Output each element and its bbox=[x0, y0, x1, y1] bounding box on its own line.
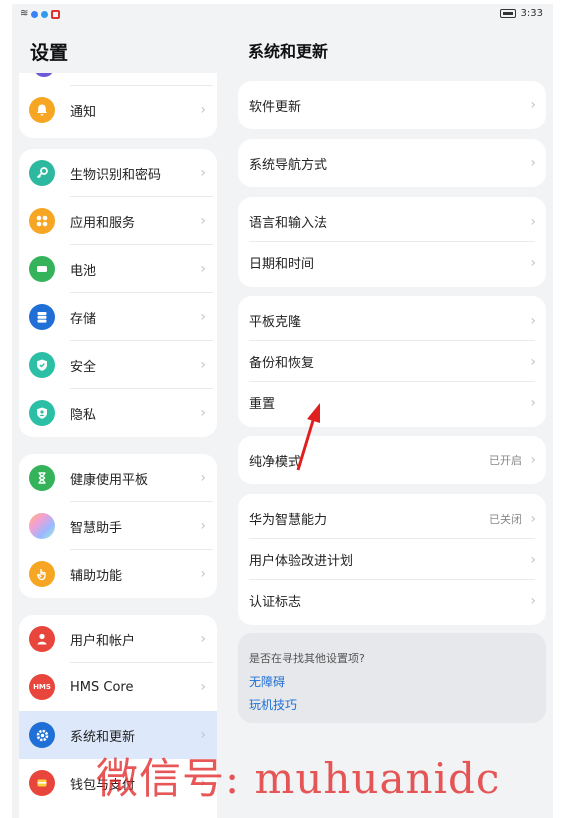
annotation-arrow-icon bbox=[296, 403, 320, 471]
watermark-text: 微信号: muhuanidc bbox=[96, 754, 501, 803]
arrow-shaft bbox=[296, 413, 317, 471]
arrow-head bbox=[307, 403, 320, 423]
